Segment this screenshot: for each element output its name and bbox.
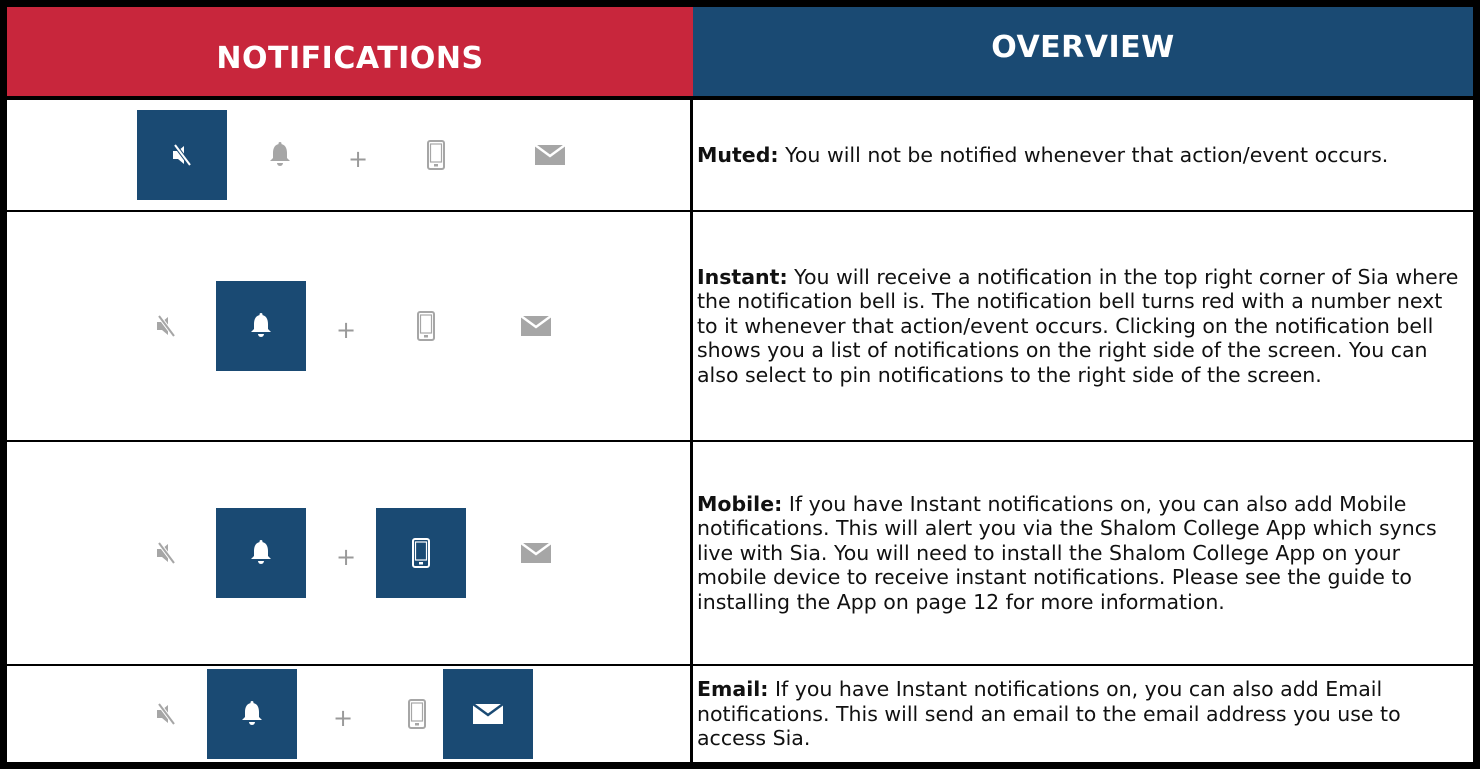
- plus-sign: +: [333, 704, 354, 732]
- plus-sign: +: [336, 543, 357, 571]
- row-body: You will not be notified whenever that a…: [778, 142, 1389, 167]
- icon-set-mobile: +: [7, 442, 693, 664]
- row-title: Mobile:: [697, 491, 783, 516]
- bell-icon[interactable]: [216, 281, 306, 371]
- row-title: Muted:: [697, 142, 779, 167]
- row-title: Instant:: [697, 264, 788, 289]
- email-icon[interactable]: [491, 508, 581, 598]
- mute-icon[interactable]: [137, 110, 227, 200]
- mobile-phone-icon[interactable]: [376, 508, 466, 598]
- mobile-phone-icon[interactable]: [381, 281, 471, 371]
- row-body: If you have Instant notifications on, yo…: [697, 491, 1437, 614]
- email-icon[interactable]: [491, 281, 581, 371]
- table-row-email: + Email: If you have Instant notificatio…: [7, 666, 1473, 762]
- notifications-column-header: NOTIFICATIONS: [7, 7, 693, 96]
- mute-icon[interactable]: [121, 281, 211, 371]
- mute-icon[interactable]: [121, 669, 211, 759]
- overview-text-muted: Muted: You will not be notified whenever…: [693, 100, 1473, 210]
- table-row-instant: + Instant: You will receive a notificati…: [7, 212, 1473, 440]
- table-row-muted: + Muted: You will not be notified whenev…: [7, 100, 1473, 210]
- overview-text-email: Email: If you have Instant notifications…: [693, 666, 1473, 762]
- mute-icon[interactable]: [121, 508, 211, 598]
- overview-text-instant: Instant: You will receive a notification…: [693, 212, 1473, 440]
- icon-set-muted: +: [7, 100, 693, 210]
- overview-column-header: OVERVIEW: [693, 7, 1473, 96]
- bell-icon[interactable]: [235, 110, 325, 200]
- bell-icon[interactable]: [207, 669, 297, 759]
- mobile-phone-icon[interactable]: [391, 110, 481, 200]
- plus-sign: +: [336, 316, 357, 344]
- plus-sign: +: [348, 145, 369, 173]
- row-body: If you have Instant notifications on, yo…: [697, 677, 1401, 751]
- email-icon[interactable]: [443, 669, 533, 759]
- icon-set-email: +: [7, 666, 693, 762]
- row-body: You will receive a notification in the t…: [697, 264, 1459, 387]
- table-header: NOTIFICATIONS OVERVIEW: [7, 7, 1473, 96]
- table-row-mobile: + Mobile: If you have Instant notificati…: [7, 442, 1473, 664]
- icon-set-instant: +: [7, 212, 693, 440]
- overview-text-mobile: Mobile: If you have Instant notification…: [693, 442, 1473, 664]
- bell-icon[interactable]: [216, 508, 306, 598]
- row-title: Email:: [697, 677, 769, 702]
- email-icon[interactable]: [505, 110, 595, 200]
